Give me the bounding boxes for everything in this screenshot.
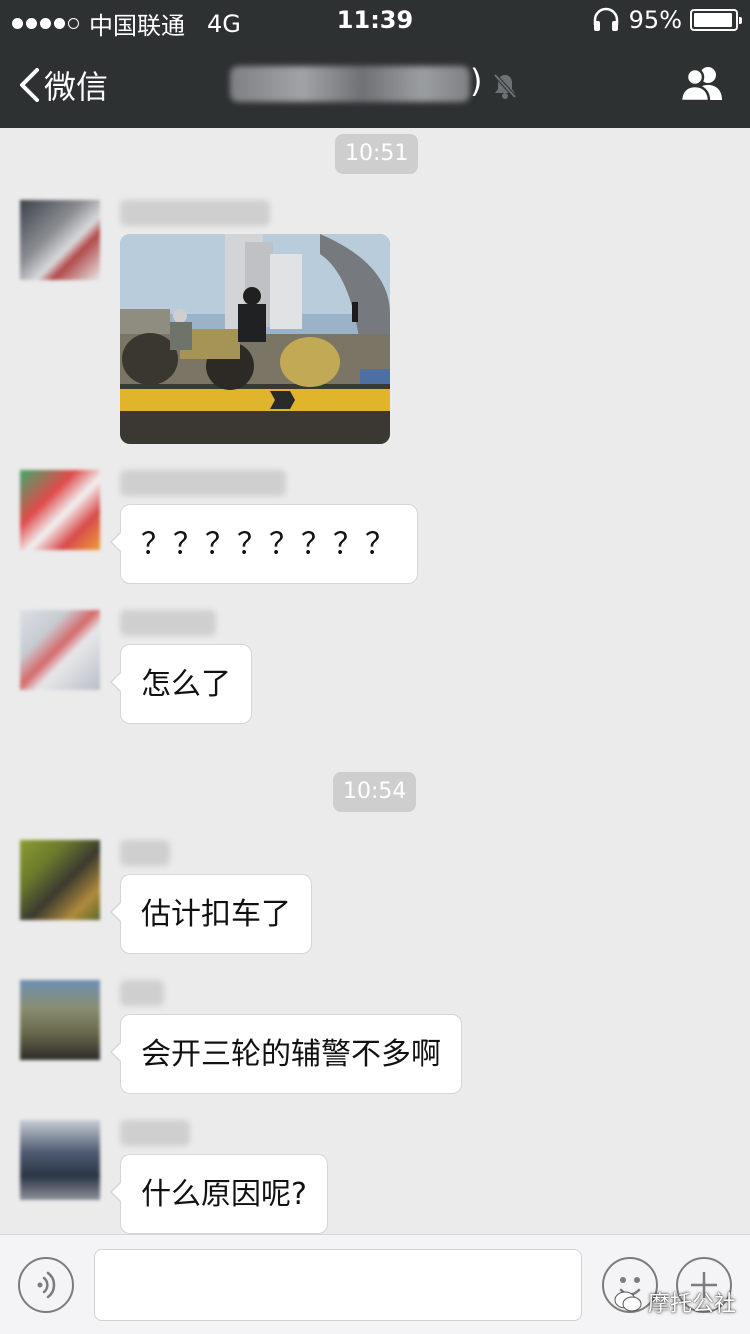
message-bubble[interactable]: 怎么了 [110,644,252,724]
message-row: ？？？？？？？？ [20,470,740,590]
avatar[interactable] [20,1120,100,1200]
sender-name [120,840,170,866]
avatar[interactable] [20,470,100,550]
sender-name [120,470,286,496]
voice-button[interactable] [18,1257,74,1313]
sender-name [120,200,270,226]
back-button[interactable]: 微信 [18,62,108,108]
chat-title-suffix: ) [470,62,483,100]
voice-icon [37,1271,56,1299]
sender-name [120,980,164,1006]
avatar[interactable] [20,980,100,1060]
message-row: 怎么了 [20,610,740,730]
avatar[interactable] [20,610,100,690]
message-row: 估计扣车了 [20,840,740,960]
headphones-icon [593,7,618,31]
battery-label: 95% [628,6,682,34]
back-label: 微信 [44,68,109,106]
avatar[interactable] [20,840,100,920]
status-bar: 中国联通 4G 11:39 95% [0,0,750,40]
wechat-logo-icon [614,1291,642,1312]
nav-bar: 微信 ) [0,40,750,128]
message-bubble[interactable]: 会开三轮的辅警不多啊 [110,1014,462,1094]
timestamp: 10:51 [335,134,419,174]
sender-name [120,1120,190,1146]
mute-icon [493,73,517,99]
avatar[interactable] [20,200,100,280]
input-bar [0,1234,750,1334]
message-bubble[interactable]: ？？？？？？？？ [110,504,418,584]
photo-message[interactable] [120,234,390,444]
watermark-text: 摩托公社 [647,1292,736,1317]
top-bar: 中国联通 4G 11:39 95% 微信 ) [0,0,750,128]
photo-icon [120,234,390,444]
message-bubble[interactable]: 估计扣车了 [110,874,312,954]
message-row: 会开三轮的辅警不多啊 [20,980,740,1100]
status-right: 95% [591,6,742,34]
message-bubble[interactable]: 什么原因呢? [110,1154,328,1234]
battery-level [694,13,732,27]
message-input[interactable] [94,1249,582,1321]
sender-name [120,610,216,636]
chevron-left-icon [20,68,39,102]
battery-icon [690,9,742,31]
watermark: 摩托公社 [614,1286,736,1318]
chat-title-blurred [230,66,470,102]
group-members-icon[interactable] [678,64,726,104]
message-row: 什么原因呢? [20,1120,740,1240]
timestamp: 10:54 [333,772,417,812]
message-row [20,200,740,450]
